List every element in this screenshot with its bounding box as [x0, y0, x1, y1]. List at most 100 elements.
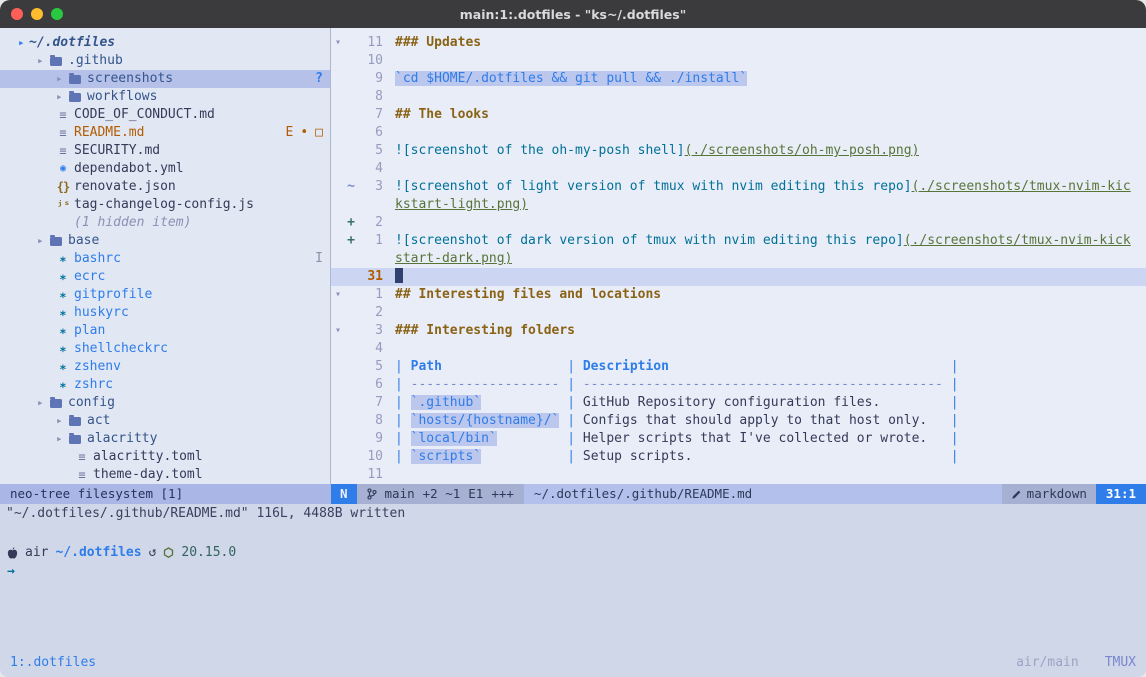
tree-item[interactable]: ∗zshrc	[0, 376, 330, 394]
tree-item[interactable]: ∗shellcheckrc	[0, 340, 330, 358]
toml-file-icon: ≡	[75, 466, 89, 484]
editor-line[interactable]: 9| `local/bin` | Helper scripts that I'v…	[331, 430, 1146, 448]
tree-item[interactable]: ∗zshenv	[0, 358, 330, 376]
text-segment: |	[943, 395, 959, 410]
git-sign	[345, 466, 357, 484]
editor-line[interactable]: 10	[331, 52, 1146, 70]
zoom-button[interactable]	[51, 8, 63, 20]
tree-item[interactable]: ∗plan	[0, 322, 330, 340]
tree-item[interactable]: ▸workflows	[0, 88, 330, 106]
shell-input-line[interactable]: →	[7, 563, 1139, 581]
line-text: ## The looks	[383, 106, 489, 124]
tree-item[interactable]: ≡README.mdE•□	[0, 124, 330, 142]
fold-icon	[331, 268, 345, 286]
editor-line[interactable]: 8	[331, 88, 1146, 106]
diagnostics: E1	[468, 485, 483, 503]
tree-item[interactable]: ∗ecrc	[0, 268, 330, 286]
tree-item-label: zshrc	[74, 376, 113, 394]
fold-icon	[331, 394, 345, 412]
tree-item[interactable]: ∗gitprofile	[0, 286, 330, 304]
tree-item-label: ecrc	[74, 268, 105, 286]
editor-line[interactable]: 4	[331, 160, 1146, 178]
tree-item[interactable]: ▸.github	[0, 52, 330, 70]
editor-line[interactable]: 2	[331, 304, 1146, 322]
text-segment: start-dark.png)	[395, 251, 512, 266]
expander-icon: ▸	[56, 70, 67, 88]
tree-item[interactable]: ▸alacritty	[0, 430, 330, 448]
text-segment: `cd $HOME/.dotfiles && git pull && ./ins…	[395, 71, 747, 86]
fold-icon	[331, 304, 345, 322]
tree-item[interactable]: ≡theme-day.toml	[0, 466, 330, 484]
editor-line[interactable]: +1![screenshot of dark version of tmux w…	[331, 232, 1146, 250]
tree-item-label: theme-day.toml	[93, 466, 203, 484]
editor-line[interactable]: 7## The looks	[331, 106, 1146, 124]
tree-item[interactable]: {}renovate.json	[0, 178, 330, 196]
tree-item[interactable]: ▸base	[0, 232, 330, 250]
close-button[interactable]	[11, 8, 23, 20]
editor-line[interactable]: start-dark.png)	[331, 250, 1146, 268]
line-text	[383, 466, 395, 484]
editor-line[interactable]: 5| Path | Description |	[331, 358, 1146, 376]
fold-icon	[331, 232, 345, 250]
tree-item[interactable]: (1 hidden item)	[0, 214, 330, 232]
tree-item[interactable]: ▸act	[0, 412, 330, 430]
fold-icon	[331, 124, 345, 142]
line-text: | `scripts` | Setup scripts. |	[383, 448, 959, 466]
git-sign	[345, 394, 357, 412]
shell-area[interactable]: air ~/.dotfiles ↺ 20.15.0 →	[0, 524, 1146, 649]
editor-line[interactable]: 11	[331, 466, 1146, 484]
text-segment: |	[559, 395, 582, 410]
text-segment: `scripts`	[411, 449, 481, 464]
tree-item[interactable]: ≡SECURITY.md	[0, 142, 330, 160]
text-segment	[481, 395, 559, 410]
text-segment: Configs that should apply to that host o…	[583, 413, 927, 428]
editor-line[interactable]: 6| ------------------- | ---------------…	[331, 376, 1146, 394]
tree-item[interactable]: ≡alacritty.toml	[0, 448, 330, 466]
editor-line[interactable]: 5![screenshot of the oh-my-posh shell](.…	[331, 142, 1146, 160]
text-segment	[481, 449, 559, 464]
editor-line[interactable]: +2	[331, 214, 1146, 232]
minimize-button[interactable]	[31, 8, 43, 20]
tree-item[interactable]: ∗bashrcI	[0, 250, 330, 268]
editor-line[interactable]: 6	[331, 124, 1146, 142]
editor-line[interactable]: ▾ 3### Interesting folders	[331, 322, 1146, 340]
tree-item[interactable]: ≡CODE_OF_CONDUCT.md	[0, 106, 330, 124]
tmux-window[interactable]: 1:.dotfiles	[10, 654, 96, 672]
line-text: kstart-light.png)	[383, 196, 528, 214]
tree-item-label: plan	[74, 322, 105, 340]
tree-item-label: CODE_OF_CONDUCT.md	[74, 106, 215, 124]
tree-item-label: (1 hidden item)	[74, 214, 191, 232]
git-sign	[345, 160, 357, 178]
editor-pane[interactable]: ▾ 11### Updates 10 9`cd $HOME/.dotfiles …	[331, 28, 1146, 504]
tree-item-label: alacritty.toml	[93, 448, 203, 466]
fold-icon	[331, 376, 345, 394]
tree-item[interactable]: ∗huskyrc	[0, 304, 330, 322]
editor-line[interactable]: 10| `scripts` | Setup scripts. |	[331, 448, 1146, 466]
tree-item[interactable]: ʲˢtag-changelog-config.js	[0, 196, 330, 214]
md-file-icon: ≡	[56, 124, 70, 142]
neotree-statusline: neo-tree filesystem [1]	[0, 484, 330, 504]
tree-item[interactable]: ▸~/.dotfiles	[0, 34, 330, 52]
line-text	[383, 304, 395, 322]
tree-item[interactable]: ◉dependabot.yml	[0, 160, 330, 178]
editor-line[interactable]: kstart-light.png)	[331, 196, 1146, 214]
editor-line[interactable]: 4	[331, 340, 1146, 358]
editor-line[interactable]: 8| `hosts/{hostname}/` | Configs that sh…	[331, 412, 1146, 430]
editor-line[interactable]: ▾ 11### Updates	[331, 34, 1146, 52]
sh-file-icon: ∗	[56, 340, 70, 358]
md-file-icon: ≡	[56, 142, 70, 160]
editor-line[interactable]: ▾ 1## Interesting files and locations	[331, 286, 1146, 304]
editor-line[interactable]: 9`cd $HOME/.dotfiles && git pull && ./in…	[331, 70, 1146, 88]
editor-line[interactable]: ~3![screenshot of light version of tmux …	[331, 178, 1146, 196]
fold-icon	[331, 412, 345, 430]
editor-line[interactable]: 7| `.github` | GitHub Repository configu…	[331, 394, 1146, 412]
line-number: 6	[357, 376, 383, 394]
tree-item[interactable]: ▸config	[0, 394, 330, 412]
tree-item[interactable]: ▸screenshots?	[0, 70, 330, 88]
line-text	[383, 268, 403, 286]
editor-line[interactable]: 31	[331, 268, 1146, 286]
text-segment: |	[943, 359, 959, 374]
terminal-window: main:1:.dotfiles - "ks~/.dotfiles" ▸~/.d…	[0, 0, 1146, 677]
cursor-position: 31:1	[1096, 484, 1146, 504]
line-text: | `local/bin` | Helper scripts that I've…	[383, 430, 959, 448]
